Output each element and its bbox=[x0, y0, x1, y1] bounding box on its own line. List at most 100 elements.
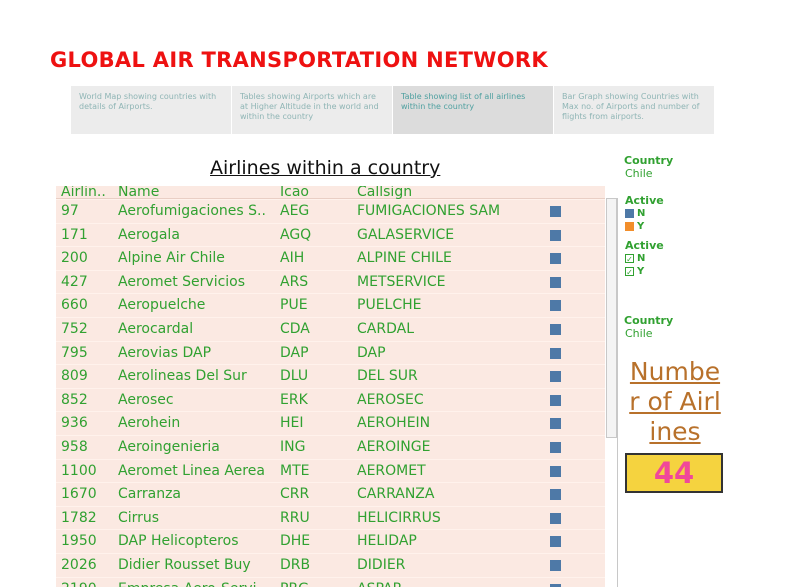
cell-callsign: FUMIGACIONES SAM bbox=[357, 203, 501, 219]
cell-callsign: DEL SUR bbox=[357, 368, 418, 385]
filter-checkbox-n[interactable]: ✓ N bbox=[625, 252, 645, 264]
table-row[interactable]: 795 Aerovias DAP DAP DAP bbox=[56, 340, 605, 365]
col-header-name[interactable]: Name bbox=[118, 186, 276, 198]
cell-icao: ARS bbox=[280, 273, 309, 290]
active-filter-label: Active bbox=[625, 239, 664, 252]
table-row[interactable]: 958 Aeroingenieria ING AEROINGE bbox=[56, 434, 605, 459]
active-marker bbox=[550, 418, 561, 430]
cell-airline-id: 97 bbox=[61, 203, 79, 219]
active-marker bbox=[550, 559, 561, 571]
filter-label-n: N bbox=[637, 252, 646, 264]
cell-name: DAP Helicopteros bbox=[118, 533, 239, 550]
table-row[interactable]: 1782 Cirrus RRU HELICIRRUS bbox=[56, 505, 605, 530]
legend-item-n[interactable]: N bbox=[625, 207, 645, 219]
active-marker bbox=[550, 323, 561, 335]
cell-airline-id: 1950 bbox=[61, 533, 97, 550]
legend-label-y: Y bbox=[637, 220, 645, 232]
table-row[interactable]: 809 Aerolineas Del Sur DLU DEL SUR bbox=[56, 364, 605, 388]
cell-icao: DRB bbox=[280, 556, 311, 573]
cell-name: Aerolineas Del Sur bbox=[118, 368, 247, 385]
tab-bar-graph[interactable]: Bar Graph showing Countries with Max no.… bbox=[554, 86, 714, 134]
filter-checkbox-y[interactable]: ✓ Y bbox=[625, 265, 644, 277]
table-row[interactable]: 171 Aerogala AGQ GALASERVICE bbox=[56, 222, 605, 247]
divider bbox=[617, 198, 618, 587]
checkbox-checked-icon[interactable]: ✓ bbox=[625, 253, 634, 264]
cell-callsign: DIDIER bbox=[357, 556, 406, 573]
cell-callsign: AEROHEIN bbox=[357, 415, 431, 432]
cell-airline-id: 936 bbox=[61, 415, 88, 432]
tab-airlines-list[interactable]: Table showing list of all airlines withi… bbox=[393, 86, 553, 134]
legend-item-y[interactable]: Y bbox=[625, 220, 644, 232]
table-row[interactable]: 1100 Aeromet Linea Aerea MTE AEROMET bbox=[56, 458, 605, 483]
cell-icao: CDA bbox=[280, 320, 310, 337]
cell-icao: HEI bbox=[280, 415, 304, 432]
cell-icao: PRG bbox=[280, 578, 309, 587]
country-filter-2-value[interactable]: Chile bbox=[625, 327, 653, 340]
cell-callsign: DAP bbox=[357, 344, 386, 361]
table-header: Airlin.. Name Icao Callsign bbox=[56, 186, 605, 199]
table-row[interactable]: 2190 Empresa Aero-Servi.. PRG ASPAR bbox=[56, 576, 605, 587]
legend-swatch-n bbox=[625, 208, 634, 218]
cell-name: Alpine Air Chile bbox=[118, 250, 225, 267]
cell-airline-id: 1782 bbox=[61, 509, 97, 526]
legend-label-n: N bbox=[637, 207, 646, 219]
cell-airline-id: 2190 bbox=[61, 578, 97, 587]
active-marker bbox=[550, 465, 561, 477]
story-tabs: World Map showing countries with details… bbox=[71, 86, 715, 134]
active-marker bbox=[550, 229, 561, 241]
cell-icao: AGQ bbox=[280, 226, 312, 243]
table-row[interactable]: 936 Aerohein HEI AEROHEIN bbox=[56, 411, 605, 435]
active-marker bbox=[550, 394, 561, 406]
cell-airline-id: 1100 bbox=[61, 462, 97, 479]
cell-callsign: CARRANZA bbox=[357, 486, 435, 503]
table-row[interactable]: 752 Aerocardal CDA CARDAL bbox=[56, 316, 605, 341]
legend-swatch-y bbox=[625, 221, 634, 231]
active-marker bbox=[550, 347, 561, 359]
cell-name: Aeromet Servicios bbox=[118, 273, 246, 290]
cell-name: Cirrus bbox=[118, 509, 160, 526]
cell-airline-id: 660 bbox=[61, 297, 88, 314]
active-marker bbox=[550, 253, 561, 265]
active-marker bbox=[550, 441, 561, 453]
cell-name: Aerovias DAP bbox=[118, 344, 212, 361]
cell-callsign: AEROMET bbox=[357, 462, 426, 479]
active-marker bbox=[550, 300, 561, 312]
cell-icao: RRU bbox=[280, 509, 310, 526]
table-row[interactable]: 2026 Didier Rousset Buy DRB DIDIER bbox=[56, 552, 605, 577]
cell-airline-id: 200 bbox=[61, 250, 88, 267]
cell-airline-id: 1670 bbox=[61, 486, 97, 503]
col-header-callsign[interactable]: Callsign bbox=[357, 186, 412, 199]
active-marker bbox=[550, 583, 561, 587]
cell-callsign: PUELCHE bbox=[357, 297, 422, 314]
cell-airline-id: 752 bbox=[61, 320, 88, 337]
kpi-label: Number of Airlines bbox=[629, 357, 721, 446]
table-scrollbar[interactable] bbox=[606, 198, 617, 438]
active-marker bbox=[550, 512, 561, 524]
cell-name: Aeroingenieria bbox=[118, 438, 220, 455]
active-marker bbox=[550, 489, 561, 501]
col-header-icao[interactable]: Icao bbox=[280, 186, 309, 199]
table-row[interactable]: 852 Aerosec ERK AEROSEC bbox=[56, 387, 605, 412]
table-row[interactable]: 660 Aeropuelche PUE PUELCHE bbox=[56, 293, 605, 317]
cell-airline-id: 809 bbox=[61, 368, 88, 385]
table-row[interactable]: 1670 Carranza CRR CARRANZA bbox=[56, 482, 605, 506]
col-header-airline-id[interactable]: Airlin.. bbox=[61, 186, 106, 199]
cell-icao: CRR bbox=[280, 486, 310, 503]
cell-icao: DLU bbox=[280, 368, 309, 385]
country-filter-value[interactable]: Chile bbox=[625, 167, 653, 180]
cell-callsign: CARDAL bbox=[357, 320, 414, 337]
active-marker bbox=[550, 206, 561, 217]
table-row[interactable]: 97 Aerofumigaciones S.. AEG FUMIGACIONES SA… bbox=[56, 199, 605, 223]
table-row[interactable]: 1950 DAP Helicopteros DHE HELIDAP bbox=[56, 529, 605, 553]
cell-name: Carranza bbox=[118, 486, 181, 503]
checkbox-checked-icon[interactable]: ✓ bbox=[625, 266, 634, 277]
cell-icao: ING bbox=[280, 438, 306, 455]
cell-airline-id: 427 bbox=[61, 273, 88, 290]
tab-world-map[interactable]: World Map showing countries with details… bbox=[71, 86, 231, 134]
cell-airline-id: 852 bbox=[61, 391, 88, 408]
table-row[interactable]: 427 Aeromet Servicios ARS METSERVICE bbox=[56, 269, 605, 294]
table-row[interactable]: 200 Alpine Air Chile AIH ALPINE CHILE bbox=[56, 246, 605, 270]
cell-icao: ERK bbox=[280, 391, 308, 408]
cell-name: Aerocardal bbox=[118, 320, 194, 337]
tab-high-altitude-airports[interactable]: Tables showing Airports which are at Hig… bbox=[232, 86, 392, 134]
